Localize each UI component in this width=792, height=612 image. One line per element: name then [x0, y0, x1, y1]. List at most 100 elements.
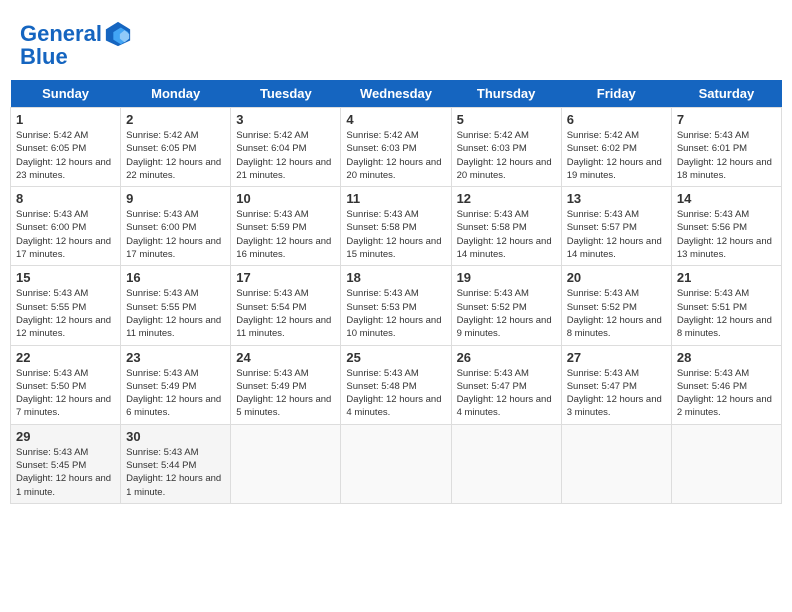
calendar-cell: 21 Sunrise: 5:43 AM Sunset: 5:51 PM Dayl…: [671, 266, 781, 345]
calendar-cell: 9 Sunrise: 5:43 AM Sunset: 6:00 PM Dayli…: [121, 187, 231, 266]
day-number: 3: [236, 112, 335, 127]
calendar-cell: 4 Sunrise: 5:42 AM Sunset: 6:03 PM Dayli…: [341, 108, 451, 187]
day-number: 9: [126, 191, 225, 206]
calendar-cell: 2 Sunrise: 5:42 AM Sunset: 6:05 PM Dayli…: [121, 108, 231, 187]
calendar-cell: 12 Sunrise: 5:43 AM Sunset: 5:58 PM Dayl…: [451, 187, 561, 266]
day-number: 5: [457, 112, 556, 127]
day-number: 6: [567, 112, 666, 127]
calendar-cell: [341, 424, 451, 503]
calendar-cell: 23 Sunrise: 5:43 AM Sunset: 5:49 PM Dayl…: [121, 345, 231, 424]
day-info: Sunrise: 5:43 AM Sunset: 5:49 PM Dayligh…: [126, 367, 225, 420]
header: General Blue: [10, 10, 782, 75]
day-info: Sunrise: 5:43 AM Sunset: 5:55 PM Dayligh…: [126, 287, 225, 340]
day-number: 26: [457, 350, 556, 365]
day-info: Sunrise: 5:42 AM Sunset: 6:05 PM Dayligh…: [16, 129, 115, 182]
day-header-monday: Monday: [121, 80, 231, 108]
day-header-thursday: Thursday: [451, 80, 561, 108]
calendar-cell: 29 Sunrise: 5:43 AM Sunset: 5:45 PM Dayl…: [11, 424, 121, 503]
calendar-cell: 18 Sunrise: 5:43 AM Sunset: 5:53 PM Dayl…: [341, 266, 451, 345]
logo-text: General: [20, 22, 102, 46]
day-number: 1: [16, 112, 115, 127]
day-info: Sunrise: 5:43 AM Sunset: 5:47 PM Dayligh…: [457, 367, 556, 420]
calendar-cell: 10 Sunrise: 5:43 AM Sunset: 5:59 PM Dayl…: [231, 187, 341, 266]
day-info: Sunrise: 5:43 AM Sunset: 5:59 PM Dayligh…: [236, 208, 335, 261]
calendar-cell: 8 Sunrise: 5:43 AM Sunset: 6:00 PM Dayli…: [11, 187, 121, 266]
day-info: Sunrise: 5:43 AM Sunset: 5:48 PM Dayligh…: [346, 367, 445, 420]
day-number: 18: [346, 270, 445, 285]
day-number: 13: [567, 191, 666, 206]
calendar-cell: 14 Sunrise: 5:43 AM Sunset: 5:56 PM Dayl…: [671, 187, 781, 266]
day-info: Sunrise: 5:43 AM Sunset: 5:47 PM Dayligh…: [567, 367, 666, 420]
day-info: Sunrise: 5:43 AM Sunset: 5:52 PM Dayligh…: [567, 287, 666, 340]
day-number: 7: [677, 112, 776, 127]
calendar-cell: 27 Sunrise: 5:43 AM Sunset: 5:47 PM Dayl…: [561, 345, 671, 424]
day-info: Sunrise: 5:43 AM Sunset: 5:53 PM Dayligh…: [346, 287, 445, 340]
day-number: 28: [677, 350, 776, 365]
day-info: Sunrise: 5:43 AM Sunset: 5:45 PM Dayligh…: [16, 446, 115, 499]
day-number: 10: [236, 191, 335, 206]
day-number: 20: [567, 270, 666, 285]
day-info: Sunrise: 5:43 AM Sunset: 5:58 PM Dayligh…: [346, 208, 445, 261]
day-number: 19: [457, 270, 556, 285]
day-info: Sunrise: 5:43 AM Sunset: 5:57 PM Dayligh…: [567, 208, 666, 261]
calendar-cell: 24 Sunrise: 5:43 AM Sunset: 5:49 PM Dayl…: [231, 345, 341, 424]
day-info: Sunrise: 5:43 AM Sunset: 5:46 PM Dayligh…: [677, 367, 776, 420]
day-number: 21: [677, 270, 776, 285]
day-number: 15: [16, 270, 115, 285]
calendar-cell: 19 Sunrise: 5:43 AM Sunset: 5:52 PM Dayl…: [451, 266, 561, 345]
calendar-cell: 13 Sunrise: 5:43 AM Sunset: 5:57 PM Dayl…: [561, 187, 671, 266]
day-info: Sunrise: 5:43 AM Sunset: 6:00 PM Dayligh…: [16, 208, 115, 261]
calendar-cell: [671, 424, 781, 503]
calendar-cell: 26 Sunrise: 5:43 AM Sunset: 5:47 PM Dayl…: [451, 345, 561, 424]
day-number: 29: [16, 429, 115, 444]
day-info: Sunrise: 5:43 AM Sunset: 6:01 PM Dayligh…: [677, 129, 776, 182]
day-number: 8: [16, 191, 115, 206]
calendar-cell: 28 Sunrise: 5:43 AM Sunset: 5:46 PM Dayl…: [671, 345, 781, 424]
calendar-cell: 20 Sunrise: 5:43 AM Sunset: 5:52 PM Dayl…: [561, 266, 671, 345]
day-info: Sunrise: 5:43 AM Sunset: 6:00 PM Dayligh…: [126, 208, 225, 261]
day-number: 12: [457, 191, 556, 206]
calendar-cell: 1 Sunrise: 5:42 AM Sunset: 6:05 PM Dayli…: [11, 108, 121, 187]
day-info: Sunrise: 5:42 AM Sunset: 6:05 PM Dayligh…: [126, 129, 225, 182]
calendar-cell: 16 Sunrise: 5:43 AM Sunset: 5:55 PM Dayl…: [121, 266, 231, 345]
calendar-cell: 15 Sunrise: 5:43 AM Sunset: 5:55 PM Dayl…: [11, 266, 121, 345]
day-number: 22: [16, 350, 115, 365]
calendar-table: SundayMondayTuesdayWednesdayThursdayFrid…: [10, 80, 782, 504]
day-number: 4: [346, 112, 445, 127]
day-header-tuesday: Tuesday: [231, 80, 341, 108]
day-info: Sunrise: 5:43 AM Sunset: 5:56 PM Dayligh…: [677, 208, 776, 261]
day-number: 24: [236, 350, 335, 365]
day-number: 23: [126, 350, 225, 365]
calendar-cell: 25 Sunrise: 5:43 AM Sunset: 5:48 PM Dayl…: [341, 345, 451, 424]
calendar-cell: 5 Sunrise: 5:42 AM Sunset: 6:03 PM Dayli…: [451, 108, 561, 187]
calendar-cell: 6 Sunrise: 5:42 AM Sunset: 6:02 PM Dayli…: [561, 108, 671, 187]
day-number: 14: [677, 191, 776, 206]
day-number: 27: [567, 350, 666, 365]
calendar-cell: [231, 424, 341, 503]
calendar-cell: 17 Sunrise: 5:43 AM Sunset: 5:54 PM Dayl…: [231, 266, 341, 345]
day-info: Sunrise: 5:43 AM Sunset: 5:58 PM Dayligh…: [457, 208, 556, 261]
day-info: Sunrise: 5:42 AM Sunset: 6:04 PM Dayligh…: [236, 129, 335, 182]
calendar-cell: 22 Sunrise: 5:43 AM Sunset: 5:50 PM Dayl…: [11, 345, 121, 424]
day-number: 2: [126, 112, 225, 127]
day-info: Sunrise: 5:43 AM Sunset: 5:52 PM Dayligh…: [457, 287, 556, 340]
calendar-cell: [561, 424, 671, 503]
day-info: Sunrise: 5:43 AM Sunset: 5:55 PM Dayligh…: [16, 287, 115, 340]
day-info: Sunrise: 5:43 AM Sunset: 5:44 PM Dayligh…: [126, 446, 225, 499]
day-header-sunday: Sunday: [11, 80, 121, 108]
calendar-cell: 30 Sunrise: 5:43 AM Sunset: 5:44 PM Dayl…: [121, 424, 231, 503]
day-info: Sunrise: 5:43 AM Sunset: 5:51 PM Dayligh…: [677, 287, 776, 340]
day-number: 25: [346, 350, 445, 365]
day-info: Sunrise: 5:42 AM Sunset: 6:03 PM Dayligh…: [457, 129, 556, 182]
logo: General Blue: [20, 20, 132, 70]
day-header-saturday: Saturday: [671, 80, 781, 108]
logo-icon: [104, 20, 132, 48]
day-header-friday: Friday: [561, 80, 671, 108]
day-info: Sunrise: 5:42 AM Sunset: 6:02 PM Dayligh…: [567, 129, 666, 182]
day-info: Sunrise: 5:42 AM Sunset: 6:03 PM Dayligh…: [346, 129, 445, 182]
day-info: Sunrise: 5:43 AM Sunset: 5:54 PM Dayligh…: [236, 287, 335, 340]
calendar-cell: 11 Sunrise: 5:43 AM Sunset: 5:58 PM Dayl…: [341, 187, 451, 266]
day-info: Sunrise: 5:43 AM Sunset: 5:50 PM Dayligh…: [16, 367, 115, 420]
day-number: 11: [346, 191, 445, 206]
day-number: 16: [126, 270, 225, 285]
